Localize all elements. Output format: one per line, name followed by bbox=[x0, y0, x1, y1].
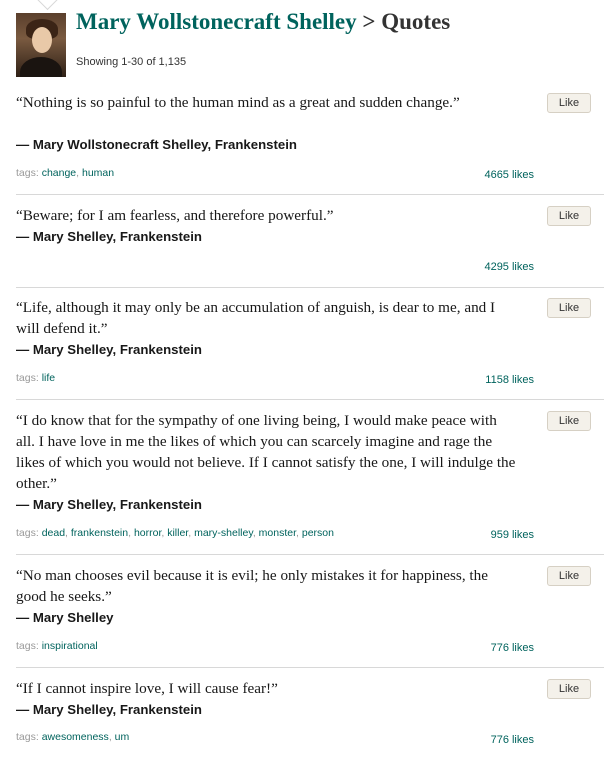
tag-link[interactable]: monster bbox=[259, 527, 296, 539]
tags-label: tags: bbox=[16, 372, 39, 384]
tags-label: tags: bbox=[16, 527, 39, 539]
quote-attribution: ― Mary Shelley, Frankenstein bbox=[16, 497, 202, 512]
tag-link[interactable]: awesomeness bbox=[42, 731, 109, 743]
like-button[interactable]: Like bbox=[547, 206, 591, 226]
results-count: Showing 1-30 of 1,135 bbox=[76, 56, 187, 68]
quote-item: “No man chooses evil because it is evil;… bbox=[16, 565, 604, 668]
tags-label: tags: bbox=[16, 731, 39, 743]
likes-count[interactable]: 4665 likes bbox=[484, 169, 534, 181]
tag-link[interactable]: frankenstein bbox=[71, 527, 128, 539]
like-button[interactable]: Like bbox=[547, 679, 591, 699]
quote-tags: tags: life bbox=[16, 372, 55, 384]
tag-link[interactable]: um bbox=[115, 731, 130, 743]
quote-text: “No man chooses evil because it is evil;… bbox=[16, 567, 488, 605]
portrait-dress bbox=[20, 57, 62, 77]
tag-link[interactable]: inspirational bbox=[42, 640, 98, 652]
quote-attribution: ― Mary Wollstonecraft Shelley, Frankenst… bbox=[16, 137, 297, 152]
quote-text: “If I cannot inspire love, I will cause … bbox=[16, 680, 278, 697]
tag-link[interactable]: horror bbox=[134, 527, 161, 539]
portrait-face bbox=[32, 27, 52, 53]
like-button[interactable]: Like bbox=[547, 566, 591, 586]
tag-link[interactable]: person bbox=[302, 527, 334, 539]
likes-count[interactable]: 959 likes bbox=[491, 529, 534, 541]
quote-item: “Nothing is so painful to the human mind… bbox=[16, 92, 604, 195]
title-separator: > bbox=[362, 9, 376, 34]
quote-attribution: ― Mary Shelley, Frankenstein bbox=[16, 229, 202, 244]
quote-item: “I do know that for the sympathy of one … bbox=[16, 410, 604, 555]
quote-text: “Beware; for I am fearless, and therefor… bbox=[16, 207, 334, 224]
quote-attribution: ― Mary Shelley, Frankenstein bbox=[16, 342, 202, 357]
likes-count[interactable]: 1158 likes bbox=[485, 374, 534, 386]
tags-label: tags: bbox=[16, 167, 39, 179]
quote-item: “Beware; for I am fearless, and therefor… bbox=[16, 205, 604, 288]
quote-item: “If I cannot inspire love, I will cause … bbox=[16, 678, 604, 756]
like-button[interactable]: Like bbox=[547, 411, 591, 431]
page-title: Mary Wollstonecraft Shelley > Quotes bbox=[76, 9, 450, 35]
likes-count[interactable]: 776 likes bbox=[491, 642, 534, 654]
quote-text: “Nothing is so painful to the human mind… bbox=[16, 94, 460, 111]
tag-link[interactable]: mary-shelley bbox=[194, 527, 253, 539]
page-header: Mary Wollstonecraft Shelley > Quotes Sho… bbox=[0, 0, 604, 90]
section-title: Quotes bbox=[381, 9, 451, 34]
quote-attribution: ― Mary Shelley, Frankenstein bbox=[16, 702, 202, 717]
quote-tags: tags: inspirational bbox=[16, 640, 98, 652]
like-button[interactable]: Like bbox=[547, 298, 591, 318]
quote-item: “Life, although it may only be an accumu… bbox=[16, 297, 604, 400]
tag-link[interactable]: dead bbox=[42, 527, 65, 539]
likes-count[interactable]: 776 likes bbox=[491, 734, 534, 746]
tag-link[interactable]: change bbox=[42, 167, 76, 179]
tag-link[interactable]: life bbox=[42, 372, 55, 384]
quote-text: “I do know that for the sympathy of one … bbox=[16, 412, 516, 492]
likes-count[interactable]: 4295 likes bbox=[484, 261, 534, 273]
quote-tags: tags: dead, frankenstein, horror, killer… bbox=[16, 527, 334, 539]
quote-attribution: ― Mary Shelley bbox=[16, 610, 114, 625]
tag-link[interactable]: human bbox=[82, 167, 114, 179]
quote-tags: tags: change, human bbox=[16, 167, 115, 179]
quote-tags: tags: awesomeness, um bbox=[16, 731, 130, 743]
tag-link[interactable]: killer bbox=[167, 527, 188, 539]
author-link[interactable]: Mary Wollstonecraft Shelley bbox=[76, 9, 357, 34]
tags-label: tags: bbox=[16, 640, 39, 652]
author-portrait[interactable] bbox=[16, 13, 66, 77]
like-button[interactable]: Like bbox=[547, 93, 591, 113]
quote-text: “Life, although it may only be an accumu… bbox=[16, 299, 496, 337]
